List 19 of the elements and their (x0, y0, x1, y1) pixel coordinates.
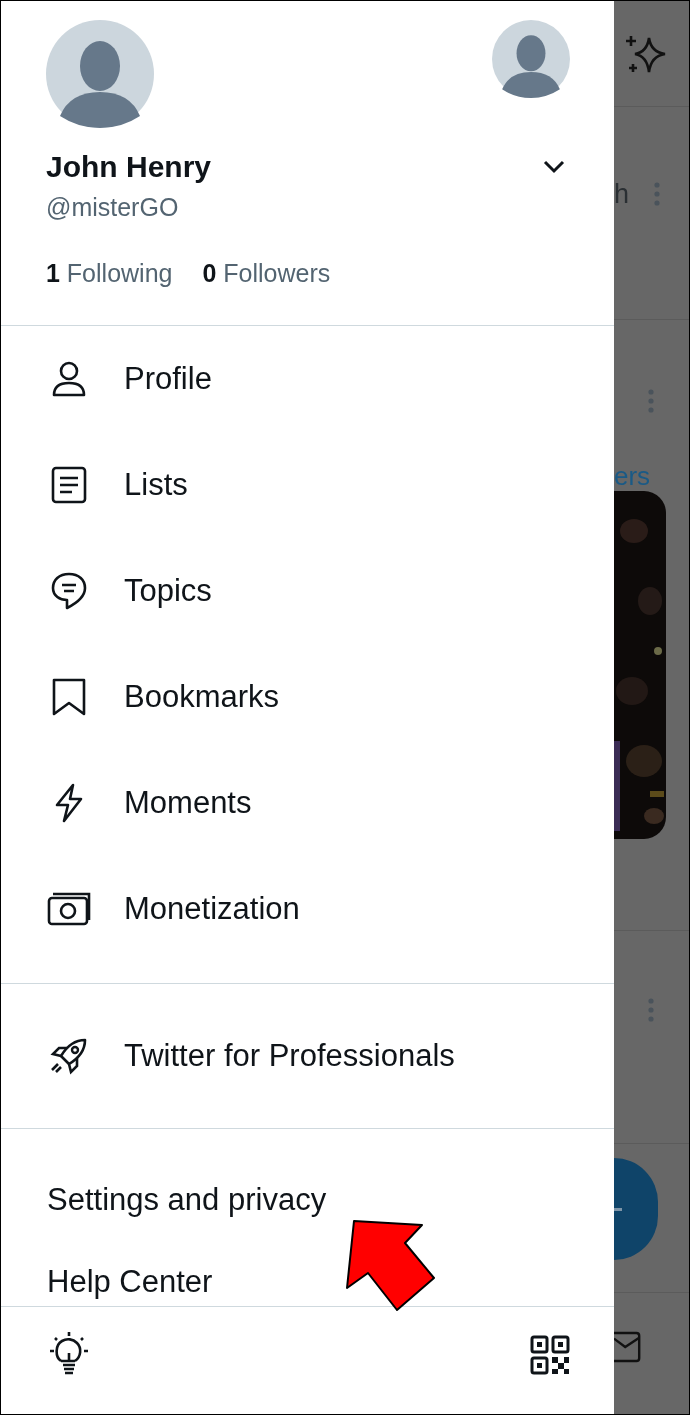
qr-code-icon[interactable] (530, 1334, 570, 1375)
profile-name: John Henry (46, 150, 212, 184)
mail-icon[interactable] (614, 1329, 642, 1364)
menu-item[interactable]: Lists (124, 465, 188, 505)
chevron-down-icon[interactable] (543, 160, 565, 174)
following-link[interactable]: 1 Following (46, 258, 173, 288)
menu-item[interactable]: Bookmarks (124, 677, 280, 717)
followers-link[interactable]: 0 Followers (202, 258, 331, 288)
profile-handle: @misterGO (46, 192, 180, 222)
settings-item[interactable]: Settings and privacy (47, 1182, 327, 1218)
account-avatar[interactable] (492, 20, 570, 98)
menu-item[interactable]: Twitter for Professionals (124, 1036, 455, 1076)
menu-item[interactable]: Profile (124, 359, 212, 399)
avatar[interactable] (46, 20, 154, 128)
menu-item[interactable]: Moments (124, 783, 252, 823)
menu-item[interactable]: Topics (124, 571, 212, 611)
tweet-text: h (614, 178, 630, 211)
menu-item[interactable]: Monetization (124, 889, 300, 929)
settings-item[interactable]: Help Center (47, 1264, 213, 1300)
